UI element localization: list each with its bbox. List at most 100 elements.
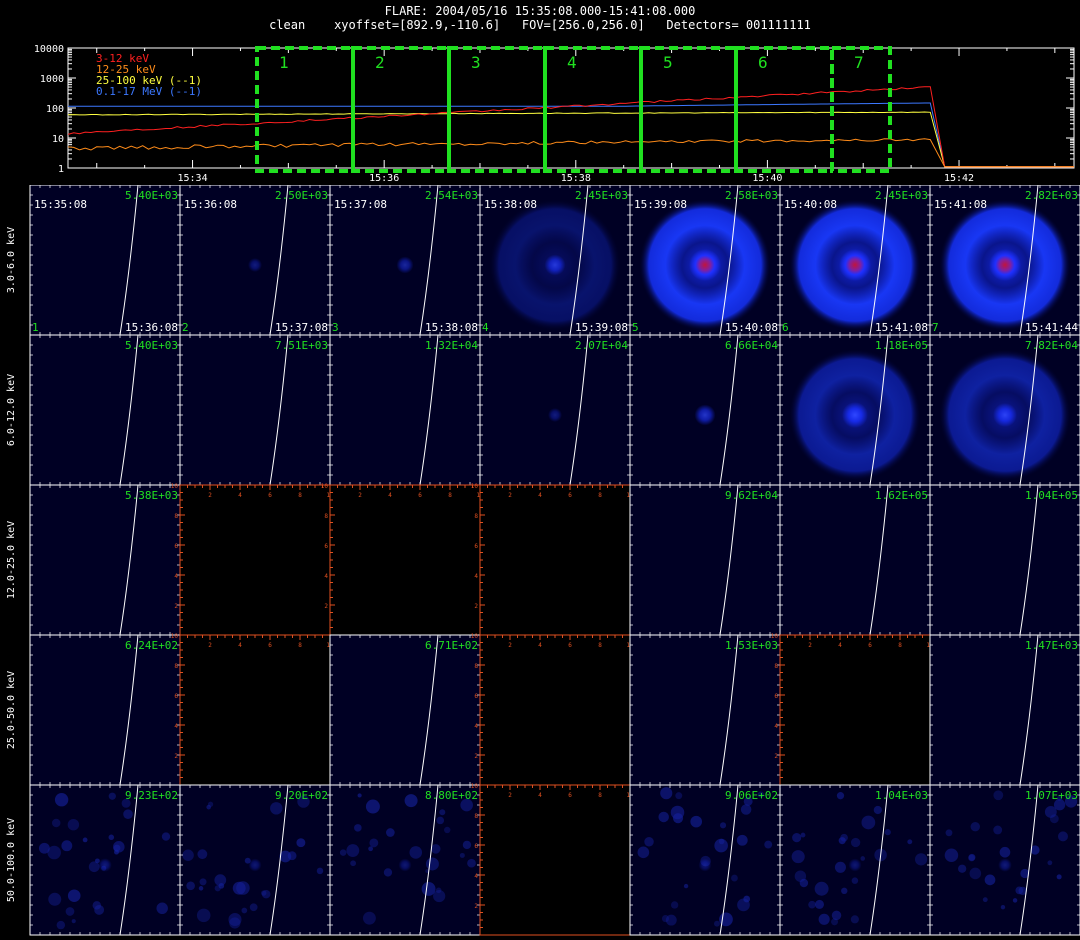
image-panel: 1.53E+03	[629, 634, 781, 786]
noise-blob	[54, 793, 69, 807]
axis-tick-label: 4	[174, 723, 178, 730]
x-tick-label: 15:36	[369, 173, 399, 184]
image-panel: 6.71E+02	[329, 634, 481, 786]
noise-blob	[108, 834, 115, 841]
interval-label: 3	[471, 53, 481, 72]
noise-blob	[884, 829, 891, 836]
axis-tick-label: 8	[598, 492, 602, 499]
image-panel: 1.04E+03	[779, 784, 931, 936]
flare-source	[548, 408, 562, 422]
noise-blob	[831, 918, 839, 926]
axis-tick-label: 4	[774, 723, 778, 730]
noise-blob	[369, 838, 379, 848]
noise-blob	[287, 851, 297, 861]
noise-blob	[907, 839, 913, 845]
axis-tick-label: 4	[324, 573, 328, 580]
interval-start-time: 15:38:08	[484, 198, 537, 211]
axis-tick-label: 6	[474, 543, 478, 550]
noise-blob	[814, 899, 825, 909]
noise-blob	[218, 883, 225, 889]
interval-box	[639, 46, 738, 173]
axis-tick-label: 10	[471, 783, 479, 790]
flare-source	[848, 858, 862, 872]
noise-blob	[431, 844, 441, 854]
panel-background	[630, 635, 780, 785]
axis-tick-label: 2	[208, 492, 212, 499]
image-panel: 224466881010	[471, 633, 634, 786]
panel-max-value: 1.53E+03	[725, 639, 778, 652]
interval-start-time: 15:39:08	[634, 198, 687, 211]
noise-blob	[1047, 860, 1053, 866]
interval-end-time: 15:38:08	[425, 321, 478, 334]
panel-max-value: 2.50E+03	[275, 189, 328, 202]
noise-blob	[840, 833, 848, 842]
noise-blob	[232, 881, 246, 895]
noise-blob	[123, 809, 133, 819]
x-tick-label: 15:34	[177, 173, 207, 184]
flare-source	[248, 258, 262, 272]
panel-background	[930, 485, 1080, 635]
panel-background	[330, 635, 480, 785]
axis-tick-label: 6	[268, 492, 272, 499]
axis-tick-label: 4	[238, 492, 242, 499]
panel-max-value: 2.54E+03	[425, 189, 478, 202]
image-panel: 2.50E+03 15:36:08 15:37:08 2	[179, 185, 331, 336]
axis-tick-label: 2	[358, 492, 362, 499]
axis-tick-label: 8	[474, 663, 478, 670]
flare-source	[544, 254, 566, 276]
axis-tick-label: 10	[171, 483, 179, 490]
image-panel: 6.66E+04	[629, 334, 781, 486]
interval-end-time: 15:37:08	[275, 321, 328, 334]
axis-tick-label: 10	[471, 483, 479, 490]
noise-blob	[368, 846, 374, 852]
noise-blob	[800, 832, 806, 838]
noise-blob	[71, 919, 76, 924]
noise-blob	[658, 811, 669, 823]
noise-blob	[436, 816, 445, 825]
noise-blob	[660, 787, 673, 800]
panel-max-value: 1.18E+05	[875, 339, 928, 352]
axis-tick-label: 6	[774, 693, 778, 700]
panel-max-value: 2.45E+03	[575, 189, 628, 202]
noise-blob	[346, 844, 360, 857]
axis-tick-label: 4	[174, 573, 178, 580]
panel-max-value: 6.71E+02	[425, 639, 478, 652]
axis-tick-label: 8	[174, 663, 178, 670]
noise-blob	[339, 849, 347, 856]
panel-max-value: 1.62E+05	[875, 489, 928, 502]
panel-max-value: 5.40E+03	[125, 339, 178, 352]
interval-number: 1	[32, 321, 39, 334]
panel-background	[30, 335, 180, 485]
empty-panel-frame	[179, 634, 331, 786]
axis-tick-label: 4	[238, 642, 242, 649]
panel-max-value: 6.66E+04	[725, 339, 778, 352]
panel-background	[630, 485, 780, 635]
image-panel: 6.24E+02	[29, 634, 181, 786]
image-panel: 1.62E+05	[779, 484, 931, 636]
noise-blob	[999, 846, 1011, 858]
axis-tick-label: 2	[808, 642, 812, 649]
panel-max-value: 1.04E+03	[875, 789, 928, 802]
noise-blob	[670, 901, 679, 909]
noise-blob	[409, 846, 423, 859]
noise-blob	[982, 897, 988, 903]
noise-blob	[764, 840, 773, 849]
noise-blob	[196, 908, 211, 923]
axis-tick-label: 2	[474, 753, 478, 760]
noise-blob	[444, 826, 451, 834]
noise-blob	[67, 889, 81, 903]
flare-source	[839, 249, 871, 281]
energy-band-label: 12.0-25.0 keV	[6, 521, 17, 599]
energy-band-label: 50.0-100.0 keV	[6, 818, 17, 902]
flare-source	[396, 256, 414, 274]
panel-max-value: 2.45E+03	[875, 189, 928, 202]
image-panel: 224466881010	[321, 483, 484, 636]
noise-blob	[714, 920, 720, 927]
noise-blob	[1012, 898, 1018, 903]
flare-source	[689, 249, 721, 281]
noise-blob	[968, 854, 975, 862]
x-tick-label: 15:40	[752, 173, 782, 184]
interval-end-time: 15:41:44	[1025, 321, 1078, 334]
interval-box	[543, 46, 643, 173]
axis-tick-label: 4	[474, 723, 478, 730]
